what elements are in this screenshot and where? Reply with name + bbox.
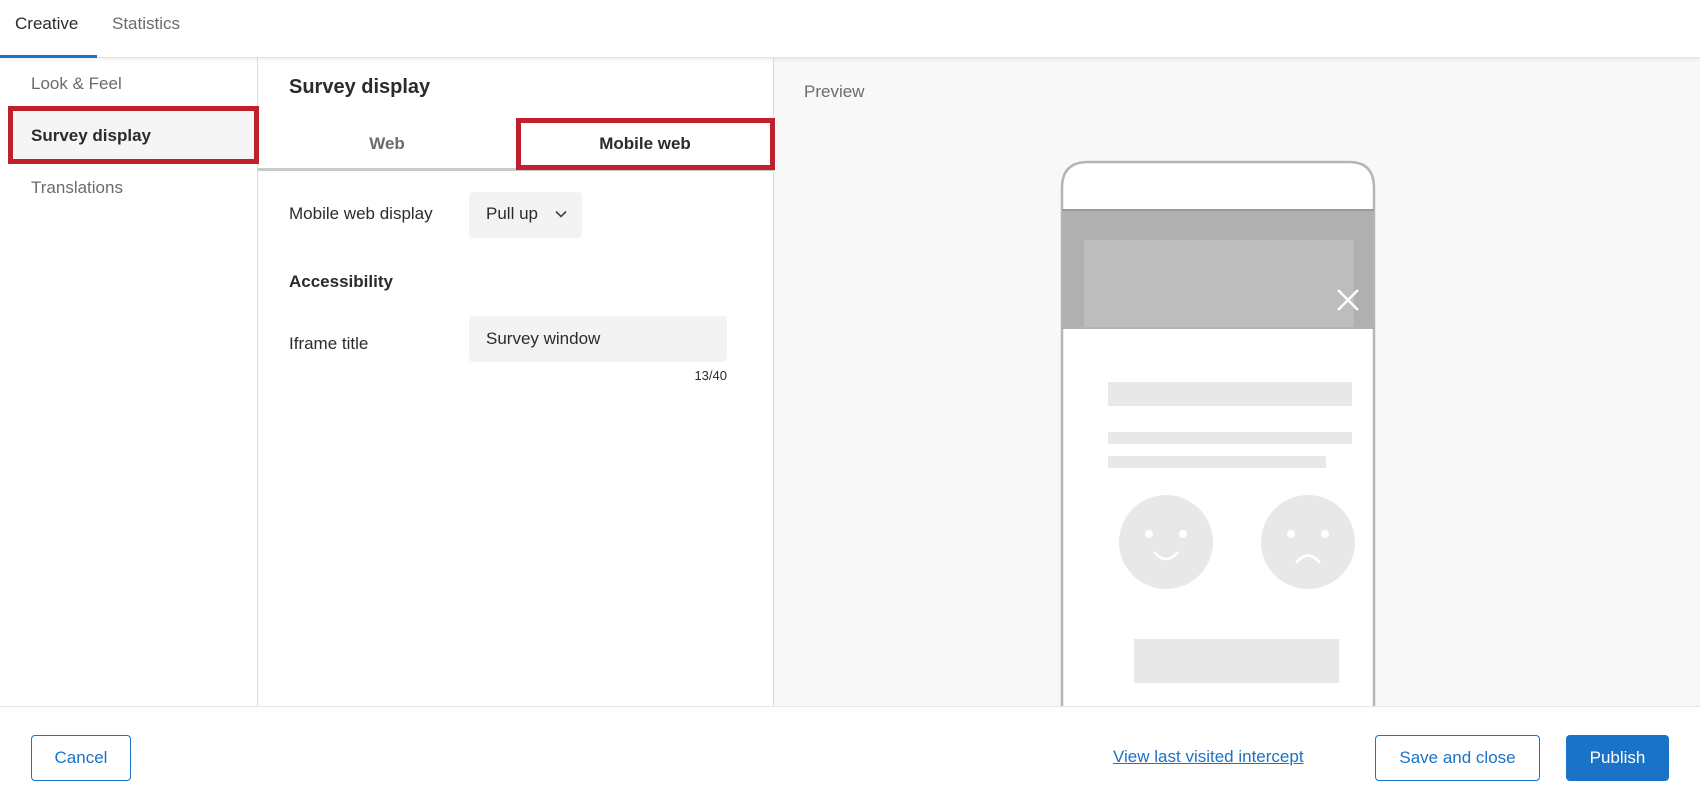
placeholder-line-1 xyxy=(1108,382,1352,406)
placeholder-line-2 xyxy=(1108,432,1352,444)
publish-button[interactable]: Publish xyxy=(1566,735,1669,781)
iframe-title-char-counter: 13/40 xyxy=(694,368,727,383)
sub-tab-divider xyxy=(258,168,774,171)
iframe-title-input[interactable] xyxy=(469,316,727,362)
footer-bar: Cancel View last visited intercept Save … xyxy=(0,706,1700,792)
active-tab-indicator xyxy=(0,55,97,58)
mobile-web-display-select[interactable]: Pull up xyxy=(469,192,582,238)
preview-pane: Preview xyxy=(774,58,1700,706)
mobile-web-display-value: Pull up xyxy=(486,204,538,223)
tab-statistics[interactable]: Statistics xyxy=(112,14,180,34)
sidebar-item-translations[interactable]: Translations xyxy=(31,178,123,198)
iframe-title-label: Iframe title xyxy=(289,334,369,353)
tab-creative[interactable]: Creative xyxy=(15,14,78,34)
happy-face-icon xyxy=(1119,495,1213,589)
sad-face-icon xyxy=(1261,495,1355,589)
chevron-down-icon xyxy=(555,210,567,218)
placeholder-button xyxy=(1134,639,1339,683)
top-tab-bar: Creative Statistics xyxy=(0,0,1700,58)
mobile-web-display-label: Mobile web display xyxy=(289,204,433,223)
settings-panel: Survey display Web Mobile web Mobile web… xyxy=(258,58,774,706)
accessibility-heading: Accessibility xyxy=(289,272,393,291)
tab-mobile-web[interactable]: Mobile web xyxy=(516,134,774,154)
cancel-button[interactable]: Cancel xyxy=(31,735,131,781)
phone-preview-illustration xyxy=(1060,160,1376,706)
sidebar-item-survey-display[interactable]: Survey display xyxy=(31,126,151,146)
view-last-visited-intercept-link[interactable]: View last visited intercept xyxy=(1113,747,1304,767)
placeholder-line-3 xyxy=(1108,456,1326,468)
banner-inner xyxy=(1084,240,1354,327)
sidebar-item-look-and-feel[interactable]: Look & Feel xyxy=(31,74,122,94)
save-and-close-button[interactable]: Save and close xyxy=(1375,735,1540,781)
sidebar: Look & Feel Survey display Translations xyxy=(0,58,258,706)
tab-web[interactable]: Web xyxy=(258,134,516,154)
panel-title: Survey display xyxy=(289,76,431,98)
